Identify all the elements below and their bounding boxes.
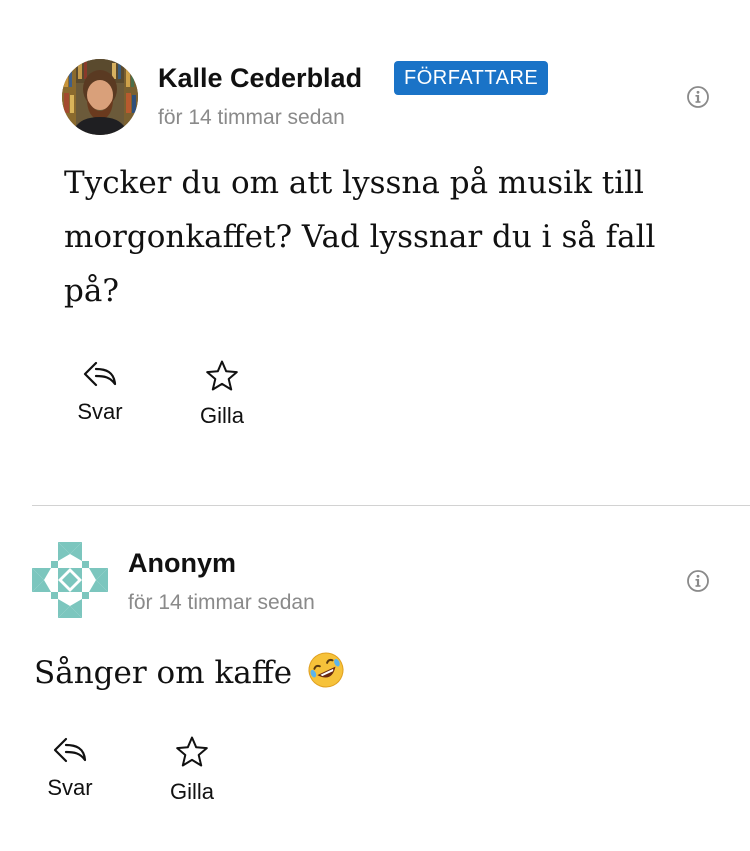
comment-timestamp: för 14 timmar sedan — [128, 591, 315, 614]
author-avatar[interactable] — [62, 59, 138, 135]
comment-item: Kalle Cederblad FÖRFATTARE för 14 timmar… — [0, 0, 750, 505]
like-button[interactable]: Gilla — [182, 359, 262, 429]
info-icon[interactable] — [686, 569, 710, 593]
reply-button[interactable]: Svar — [30, 735, 110, 801]
reply-label: Svar — [47, 775, 93, 800]
reply-label: Svar — [77, 399, 123, 424]
reply-arrow-icon — [53, 737, 87, 763]
comment-divider — [32, 505, 750, 506]
star-icon — [206, 360, 238, 391]
identicon-avatar[interactable] — [32, 542, 108, 618]
comment-timestamp: för 14 timmar sedan — [158, 106, 345, 129]
comment-body-text: Sånger om kaffe — [34, 655, 293, 691]
rolling-on-floor-laughing-emoji — [308, 652, 344, 688]
like-label: Gilla — [199, 403, 244, 428]
author-badge: FÖRFATTARE — [394, 61, 549, 95]
like-label: Gilla — [169, 779, 214, 804]
comment-item: Anonym för 14 timmar sedan Sånger om kaf… — [0, 507, 750, 851]
info-icon[interactable] — [686, 85, 710, 109]
reply-button[interactable]: Svar — [60, 359, 140, 425]
comment-body: Tycker du om att lyssna på musik till mo… — [64, 165, 656, 309]
like-button[interactable]: Gilla — [152, 735, 232, 805]
star-icon — [176, 736, 208, 767]
comment-body: Sånger om kaffe — [34, 646, 714, 700]
author-name[interactable]: Kalle Cederblad — [158, 63, 362, 94]
reply-arrow-icon — [83, 361, 117, 387]
author-name[interactable]: Anonym — [128, 548, 236, 579]
